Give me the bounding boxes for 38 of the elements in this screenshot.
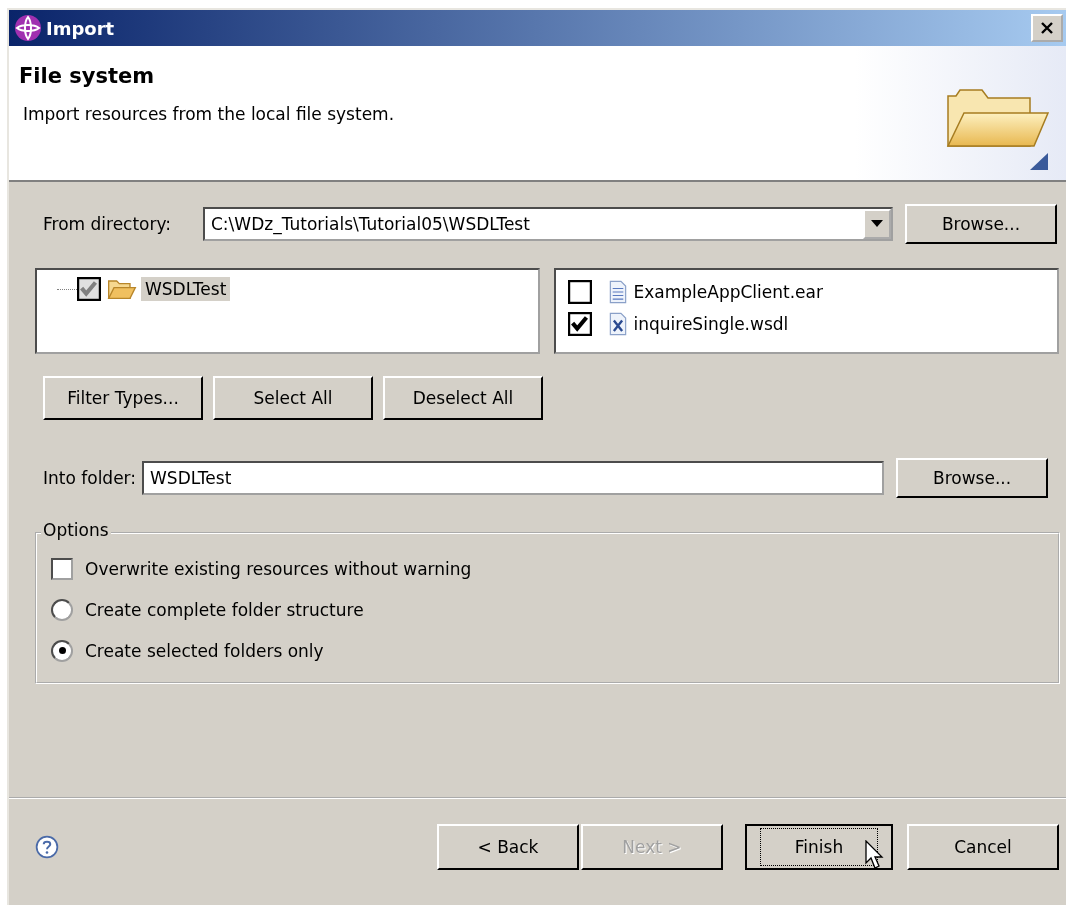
folder-icon bbox=[107, 277, 137, 301]
checkbox[interactable] bbox=[51, 557, 73, 580]
close-button[interactable] bbox=[1031, 14, 1063, 42]
selection-button[interactable]: Filter Types... bbox=[43, 376, 203, 420]
radio-button[interactable] bbox=[51, 639, 73, 662]
selection-button[interactable]: Deselect All bbox=[383, 376, 543, 420]
footer-button[interactable]: Cancel bbox=[907, 824, 1059, 870]
document-icon bbox=[607, 280, 628, 304]
checkbox[interactable] bbox=[567, 312, 592, 336]
window-title: Import bbox=[46, 17, 115, 39]
selection-button[interactable]: Select All bbox=[213, 376, 373, 420]
directory-combo[interactable]: C:\WDz_Tutorials\Tutorial05\WSDLTest bbox=[203, 207, 893, 241]
file-item[interactable]: inquireSingle.wsdl bbox=[633, 314, 789, 334]
app-icon bbox=[14, 14, 42, 42]
browse-button[interactable]: Browse... bbox=[896, 458, 1049, 498]
footer-button[interactable]: < Back bbox=[437, 824, 579, 870]
browse-button[interactable]: Browse... bbox=[905, 204, 1057, 244]
radio-label: Create selected folders only bbox=[85, 640, 324, 661]
directory-value: C:\WDz_Tutorials\Tutorial05\WSDLTest bbox=[211, 214, 530, 234]
checkbox-label: Overwrite existing resources without warning bbox=[85, 558, 472, 579]
radio-button[interactable] bbox=[51, 598, 73, 621]
into-folder-field[interactable]: WSDLTest bbox=[142, 461, 885, 495]
dropdown-arrow-icon bbox=[871, 220, 883, 228]
mouse-pointer-icon bbox=[865, 840, 885, 870]
page-title: File system bbox=[19, 64, 156, 88]
page-description: Import resources from the local file system. bbox=[23, 104, 396, 124]
help-icon[interactable] bbox=[35, 835, 59, 859]
tree-item[interactable]: WSDLTest bbox=[141, 277, 231, 301]
footer-button[interactable]: Finish bbox=[745, 824, 893, 870]
checkbox[interactable] bbox=[77, 277, 101, 301]
file-item[interactable]: ExampleAppClient.ear bbox=[633, 282, 823, 302]
options-title: Options bbox=[41, 520, 111, 540]
xml-file-icon bbox=[607, 312, 628, 336]
into-folder-label: Into folder: bbox=[42, 468, 138, 488]
from-directory-label: From directory: bbox=[42, 214, 173, 234]
radio-label: Create complete folder structure bbox=[85, 599, 364, 620]
checkbox[interactable] bbox=[567, 280, 592, 304]
close-icon bbox=[1040, 21, 1054, 35]
